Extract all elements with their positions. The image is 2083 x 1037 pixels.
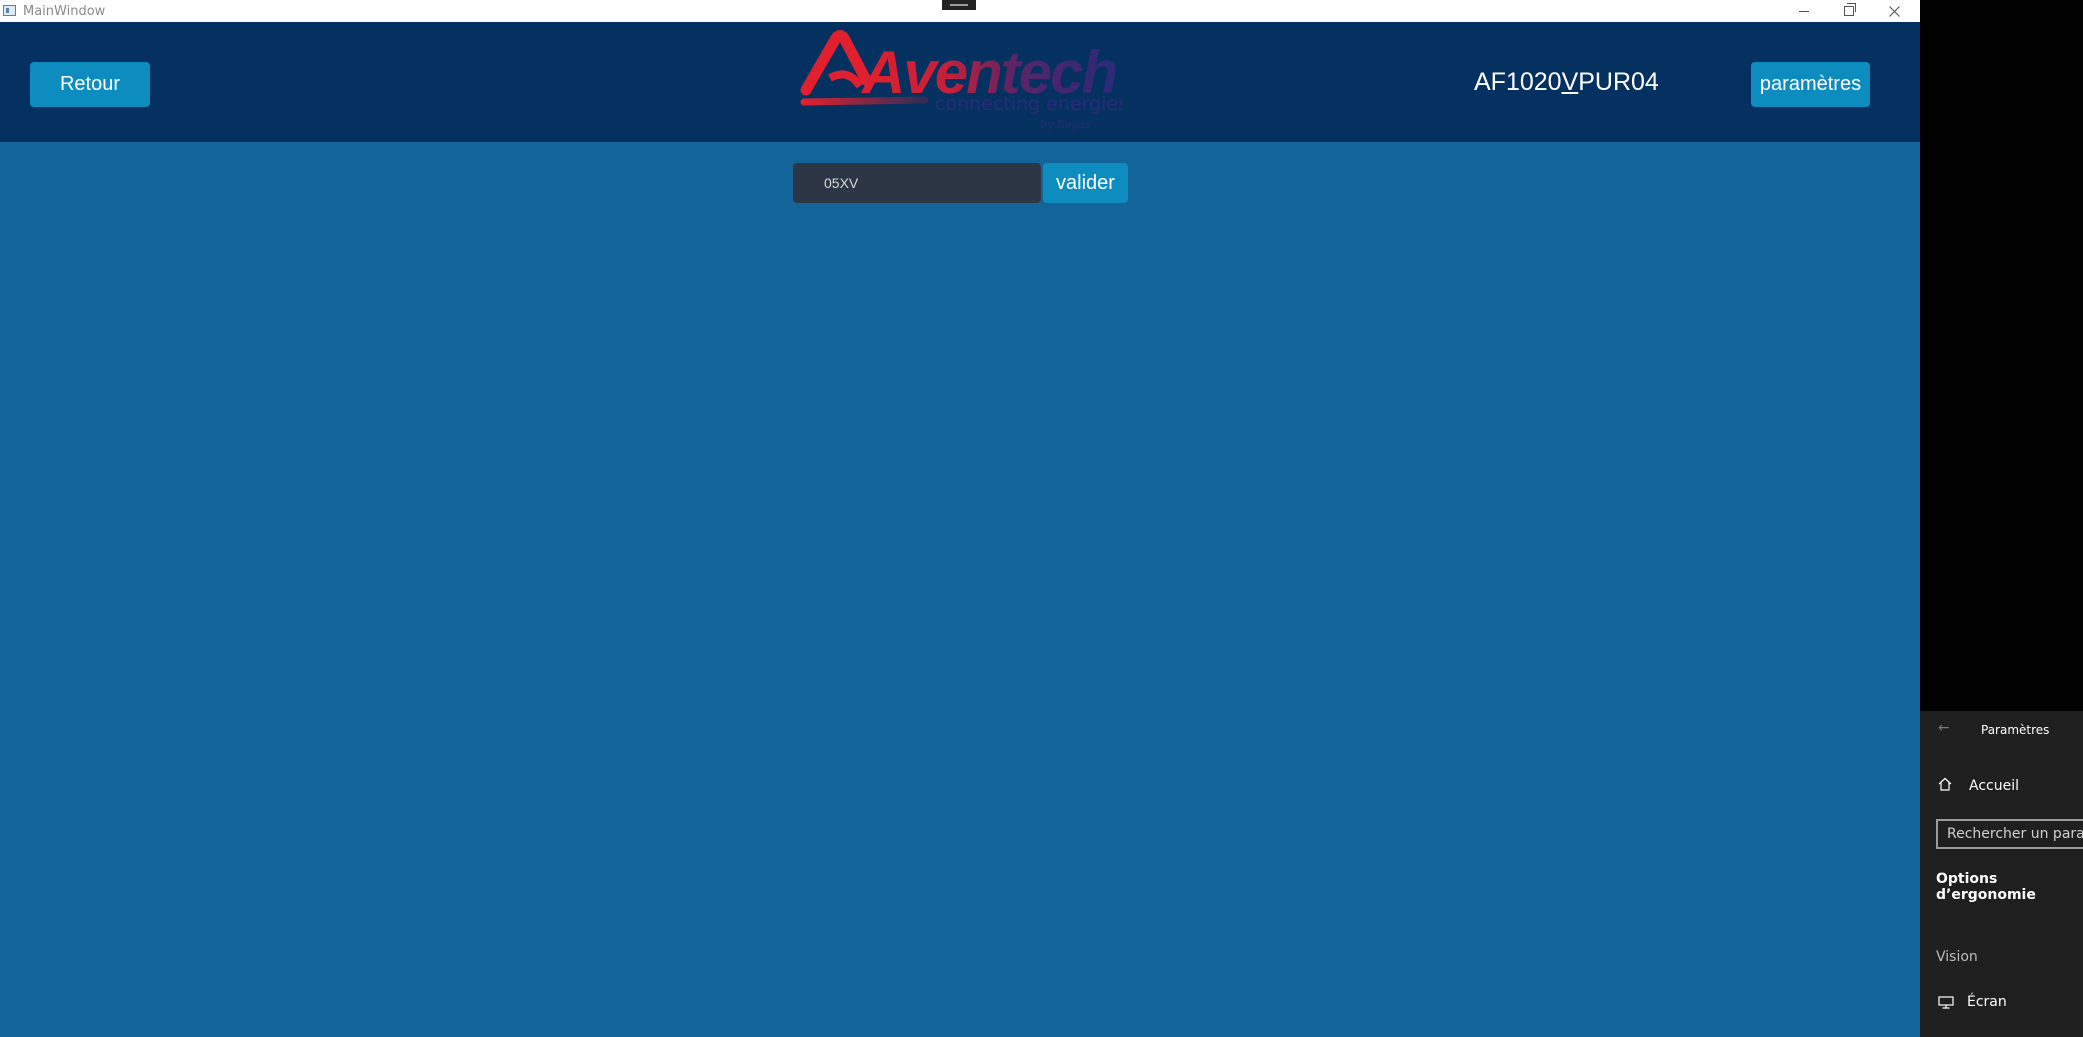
minimize-button[interactable] bbox=[1781, 0, 1827, 22]
logo-tagline: connecting energies bbox=[935, 93, 1122, 115]
minimize-icon bbox=[1799, 10, 1809, 12]
aventech-logo: Aventech connecting energies by Regas bbox=[800, 30, 1122, 131]
window-app-icon bbox=[3, 5, 16, 16]
main-window: MainWindow Retour Aventech connecting en… bbox=[0, 0, 1920, 1037]
device-id-start: AF1020 bbox=[1474, 68, 1562, 96]
screen-nav-item[interactable]: Écran bbox=[1967, 994, 2007, 1010]
window-title: MainWindow bbox=[23, 4, 106, 19]
back-arrow-icon[interactable]: ← bbox=[1938, 720, 1950, 736]
code-input[interactable] bbox=[793, 163, 1041, 203]
device-id-underlined: V bbox=[1561, 68, 1579, 96]
settings-search-input[interactable]: Rechercher un paramètre bbox=[1936, 819, 2083, 849]
close-button[interactable] bbox=[1871, 0, 1917, 22]
back-button[interactable]: Retour bbox=[30, 62, 150, 107]
close-icon bbox=[1888, 5, 1900, 17]
restore-icon bbox=[1844, 3, 1856, 16]
device-id-end: PUR04 bbox=[1578, 68, 1659, 96]
section-title: Options d’ergonomie bbox=[1936, 871, 2036, 903]
restore-button[interactable] bbox=[1826, 0, 1872, 22]
validate-button[interactable]: valider bbox=[1043, 163, 1128, 203]
category-label: Vision bbox=[1936, 949, 1978, 965]
window-titlebar[interactable]: MainWindow bbox=[0, 0, 1920, 22]
windows-settings-panel: ← Paramètres Accueil Rechercher un param… bbox=[1920, 711, 2083, 1037]
settings-title: Paramètres bbox=[1981, 723, 2050, 737]
device-id: AF1020VPUR04 bbox=[1474, 68, 1659, 97]
home-nav-item[interactable]: Accueil bbox=[1969, 778, 2019, 794]
drag-handle-icon[interactable] bbox=[942, 0, 976, 10]
app-header: Retour Aventech connecting energies by R… bbox=[0, 22, 1920, 142]
home-icon bbox=[1938, 777, 1952, 791]
logo-byline: by Regas bbox=[1040, 118, 1091, 131]
settings-button[interactable]: paramètres bbox=[1751, 62, 1870, 107]
monitor-icon bbox=[1938, 996, 1954, 1009]
